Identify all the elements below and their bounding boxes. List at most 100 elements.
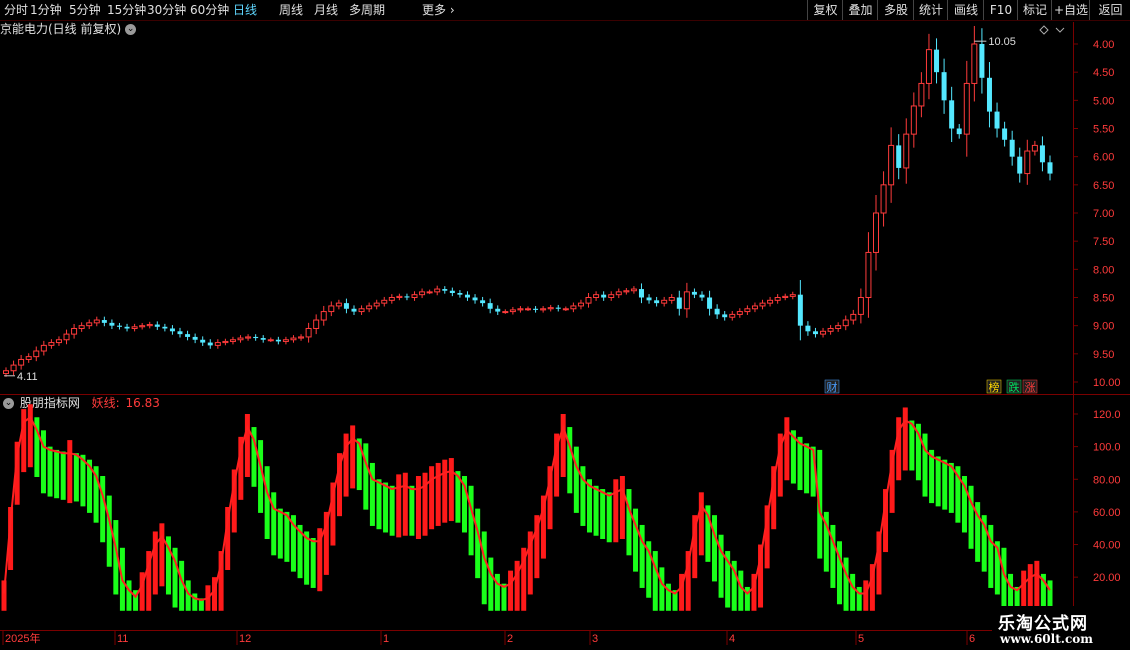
indicator-bar bbox=[402, 472, 408, 536]
candle-body bbox=[229, 339, 236, 342]
candle-body bbox=[55, 339, 62, 344]
candle-body bbox=[547, 307, 554, 310]
indicator-bar bbox=[396, 474, 402, 538]
indicator-bar bbox=[475, 508, 481, 579]
candle-body bbox=[253, 336, 259, 339]
candle-body bbox=[699, 294, 705, 298]
candle-body bbox=[782, 295, 789, 298]
high-price-label: 10.05 bbox=[988, 36, 1016, 48]
indicator-bar bbox=[738, 570, 744, 611]
candle-body bbox=[25, 356, 32, 360]
chevron-down-icon[interactable] bbox=[1055, 27, 1065, 33]
candle-body bbox=[979, 44, 985, 78]
candle-body bbox=[925, 49, 932, 84]
candle-body bbox=[109, 322, 115, 326]
candle-body bbox=[464, 294, 470, 298]
indicator-bar bbox=[784, 417, 790, 481]
indicator-bar bbox=[126, 580, 132, 611]
price-tick-label: 7.00 bbox=[1093, 208, 1114, 220]
candle-body bbox=[207, 342, 213, 346]
candle-body bbox=[381, 299, 388, 304]
candle-body bbox=[154, 324, 160, 327]
candle-body bbox=[525, 308, 531, 311]
candle-body bbox=[661, 299, 668, 304]
candle-body bbox=[480, 300, 486, 304]
diamond-icon[interactable] bbox=[1039, 25, 1049, 35]
candle-body bbox=[502, 311, 509, 314]
indicator-bar bbox=[863, 580, 869, 611]
indicator-bar bbox=[448, 458, 454, 522]
candle-body bbox=[305, 327, 312, 338]
candle-body bbox=[472, 297, 478, 301]
indicator-bar bbox=[619, 476, 625, 539]
candle-body bbox=[404, 296, 410, 298]
candle-body bbox=[78, 325, 85, 329]
price-tick-label: 4.00 bbox=[1093, 39, 1114, 51]
price-tick-label: 10.00 bbox=[1093, 377, 1121, 389]
price-tick-label: 5.00 bbox=[1093, 95, 1114, 107]
price-tick-label: 6.50 bbox=[1093, 180, 1114, 192]
indicator-bar bbox=[626, 489, 632, 556]
candle-body bbox=[169, 328, 175, 332]
indicator-bar bbox=[843, 557, 849, 611]
candle-body bbox=[865, 251, 872, 298]
candle-body bbox=[646, 297, 652, 301]
indicator-bar bbox=[935, 456, 941, 507]
date-label: 4 bbox=[729, 633, 735, 645]
indicator-bar bbox=[244, 414, 250, 477]
event-marker-label: 跌 bbox=[1009, 380, 1020, 394]
candle-body bbox=[177, 331, 183, 335]
candle-body bbox=[683, 291, 690, 310]
candle-body bbox=[744, 308, 751, 313]
price-tick-label: 6.00 bbox=[1093, 152, 1114, 164]
date-label: 3 bbox=[592, 633, 598, 645]
indicator-bar bbox=[508, 570, 514, 611]
candle-body bbox=[986, 77, 992, 112]
indicator-bar bbox=[560, 414, 566, 477]
date-label: 11 bbox=[117, 633, 128, 645]
price-tick-label: 9.50 bbox=[1093, 349, 1114, 361]
candle-body bbox=[767, 299, 774, 304]
chart-canvas[interactable]: 10.00 9.50 9.00 8.50 8.00 7.50 7.00 6.50 6.00 5.5… bbox=[0, 0, 1130, 650]
candle-body bbox=[33, 350, 40, 358]
candle-body bbox=[751, 305, 758, 310]
candle-body bbox=[668, 297, 675, 301]
indicator-bar bbox=[73, 453, 79, 502]
candle-body bbox=[888, 144, 895, 186]
date-label: 12 bbox=[239, 633, 251, 645]
candle-body bbox=[267, 339, 274, 342]
candle-body bbox=[48, 342, 55, 346]
candle-body bbox=[366, 305, 373, 310]
indicator-bar bbox=[67, 440, 73, 504]
candle-body bbox=[759, 302, 766, 307]
indicator-bar bbox=[481, 531, 487, 605]
candle-body bbox=[533, 308, 539, 310]
indicator-bar bbox=[600, 489, 606, 539]
candle-body bbox=[358, 308, 365, 313]
candle-body bbox=[18, 358, 25, 366]
candle-body bbox=[200, 339, 206, 343]
candle-body bbox=[335, 302, 342, 307]
ind-tick-label: 120.0 bbox=[1093, 409, 1121, 421]
candle-body bbox=[449, 290, 455, 293]
candle-body bbox=[1017, 156, 1023, 174]
candle-body bbox=[691, 291, 697, 295]
indicator-bar bbox=[310, 538, 316, 588]
date-label: 1 bbox=[383, 633, 389, 645]
candle-body bbox=[850, 313, 857, 321]
candle-body bbox=[941, 72, 947, 101]
candle-body bbox=[722, 314, 728, 318]
candle-body bbox=[298, 336, 305, 339]
candle-body bbox=[320, 311, 327, 321]
candle-body bbox=[789, 294, 796, 297]
indicator-bar bbox=[47, 446, 53, 497]
candle-body bbox=[214, 342, 221, 346]
candle-body bbox=[949, 100, 955, 129]
indicator-bar bbox=[429, 466, 435, 530]
candle-body bbox=[457, 292, 463, 295]
candle-body bbox=[585, 297, 592, 304]
candle-body bbox=[971, 43, 978, 84]
watermark-title: 乐淘公式网 bbox=[998, 614, 1088, 634]
candle-body bbox=[918, 82, 925, 107]
indicator-bar bbox=[442, 459, 448, 523]
